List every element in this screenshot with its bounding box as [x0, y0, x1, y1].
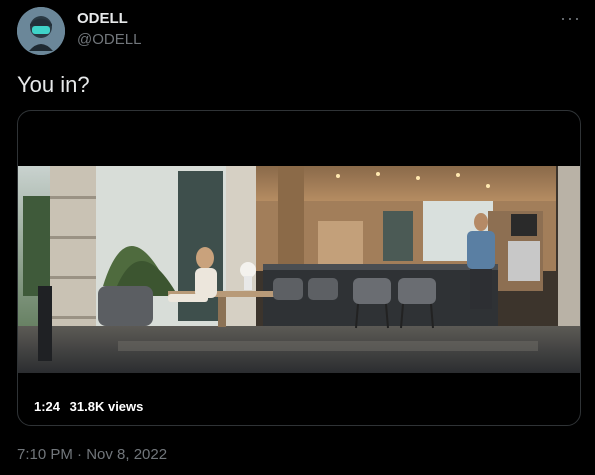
author-display-name[interactable]: ODELL — [77, 10, 128, 27]
video-duration: 1:24 — [34, 399, 61, 414]
tweet: ODELL @ODELL ··· You in? 1:24 31.8K view… — [0, 0, 595, 475]
video-view-count: 31.8K views — [69, 399, 144, 414]
author-handle[interactable]: @ODELL — [77, 31, 141, 48]
tweet-timestamp[interactable]: 7:10 PM · Nov 8, 2022 — [17, 446, 167, 463]
avatar[interactable] — [17, 7, 65, 55]
video-player[interactable]: 1:24 31.8K views — [17, 110, 581, 426]
masked-avatar-icon — [17, 7, 65, 55]
kitchen-scene-image — [18, 166, 580, 373]
more-options-icon[interactable]: ··· — [560, 9, 581, 27]
video-thumbnail[interactable] — [18, 166, 580, 373]
tweet-text: You in? — [17, 72, 90, 97]
video-meta: 1:24 31.8K views — [34, 399, 149, 414]
